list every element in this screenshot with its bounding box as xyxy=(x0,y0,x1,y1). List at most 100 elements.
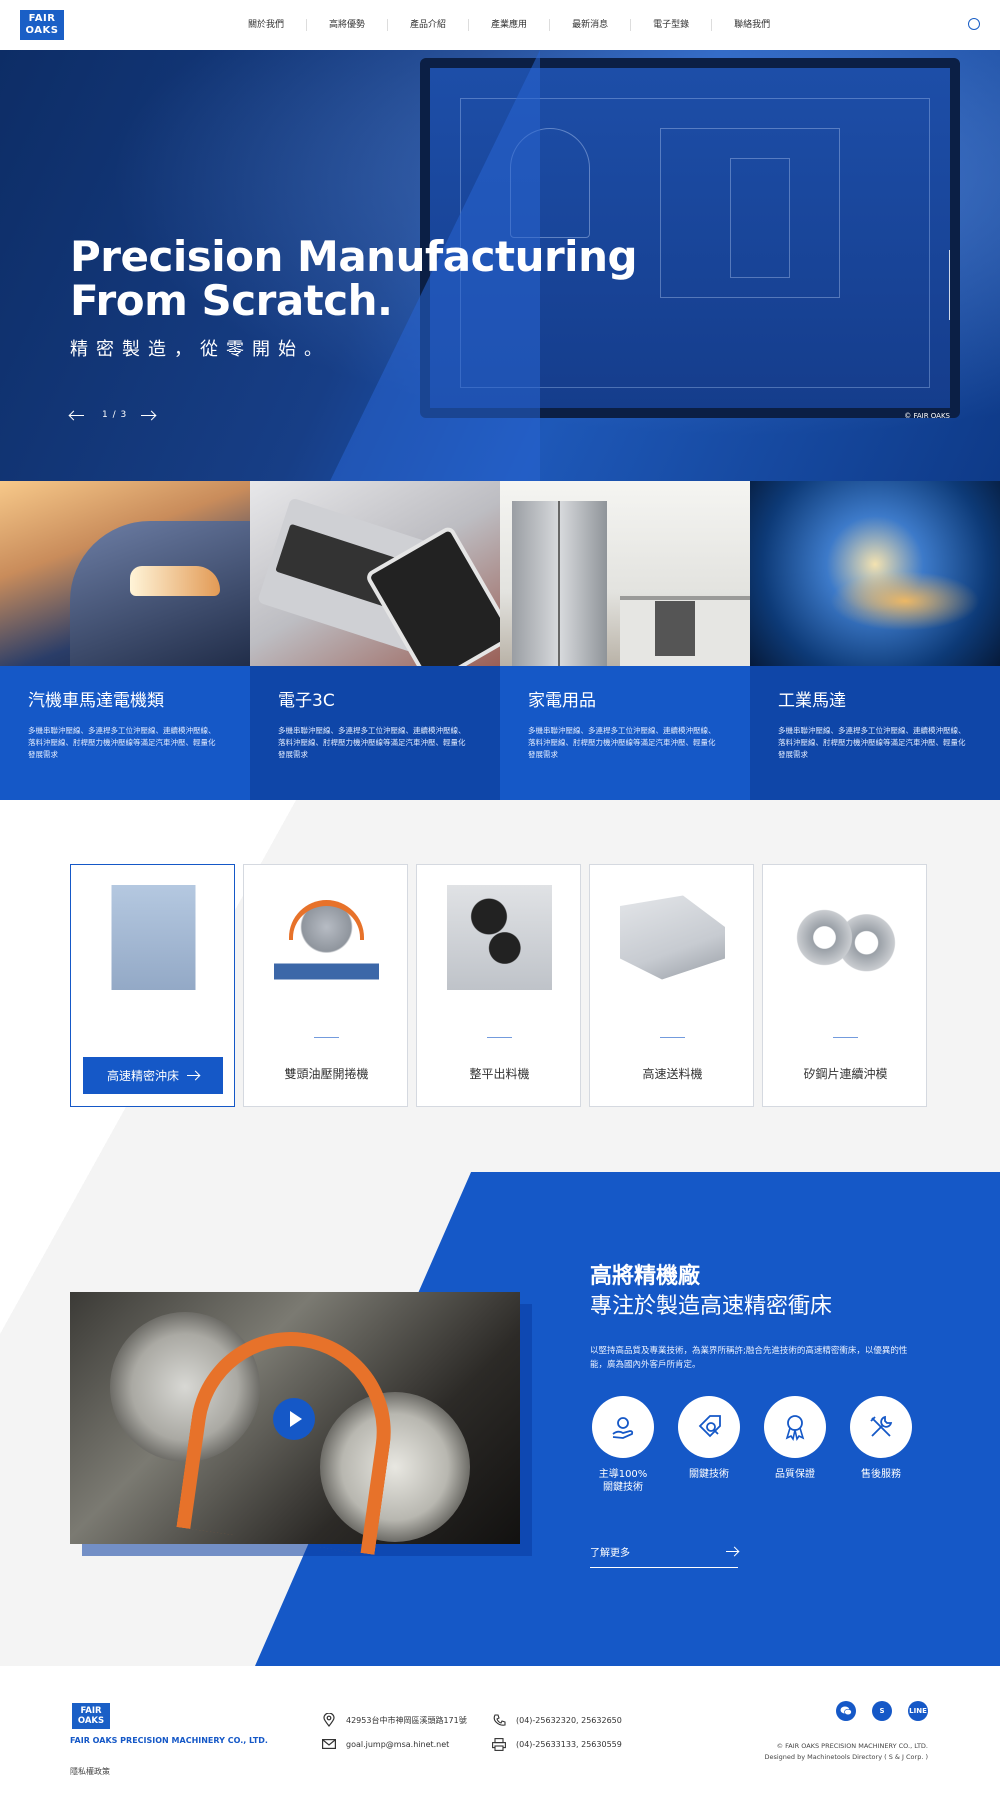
product-label: 整平出料機 xyxy=(469,1067,530,1081)
product-label: 高速精密沖床 xyxy=(106,1069,179,1083)
search-tag-icon xyxy=(678,1396,740,1458)
feature-label: 關鍵技術 xyxy=(689,1469,729,1480)
machining-image xyxy=(750,481,1000,666)
hero-banner: Precision Manufacturing From Scratch. 精密… xyxy=(0,50,1000,481)
footer-address: 42953台中市神岡區溪頭路171號 xyxy=(322,1713,467,1727)
main-nav: 關於我們 高將優勢 產品介紹 產業應用 最新消息 電子型錄 聯絡我們 xyxy=(226,0,792,50)
address-text: 42953台中市神岡區溪頭路171號 xyxy=(346,1715,467,1725)
wechat-icon[interactable] xyxy=(836,1701,856,1721)
product-label: 矽鋼片連續沖模 xyxy=(803,1067,888,1081)
industry-title: 工業馬達 xyxy=(778,691,846,711)
skype-icon[interactable]: S xyxy=(872,1701,892,1721)
industry-desc: 多機串聯沖壓線、多連桿多工位沖壓線、連續模沖壓線、落料沖壓線、肘桿壓力機沖壓線等… xyxy=(278,726,466,759)
kitchen-image xyxy=(500,481,750,666)
line-icon[interactable]: LINE xyxy=(908,1701,928,1721)
play-icon[interactable] xyxy=(273,1398,315,1440)
arrow-right-icon[interactable] xyxy=(141,414,156,416)
fax-text: (04)-25633133, 25630559 xyxy=(516,1739,622,1749)
location-pin-icon xyxy=(322,1713,336,1727)
slider-controls: 1 / 3 xyxy=(70,410,156,420)
feature-quality: 品質保證 xyxy=(762,1396,828,1494)
industry-title: 家電用品 xyxy=(528,691,596,711)
footer-fax: (04)-25633133, 25630559 xyxy=(492,1737,622,1751)
product-card-straightener[interactable]: 整平出料機 xyxy=(416,864,581,1107)
industry-card-industrial-motor[interactable]: 工業馬達 多機串聯沖壓線、多連桿多工位沖壓線、連續模沖壓線、落料沖壓線、肘桿壓力… xyxy=(750,481,1000,800)
feature-service: 售後服務 xyxy=(848,1396,914,1494)
product-card-die[interactable]: 矽鋼片連續沖模 xyxy=(762,864,927,1107)
learn-more-link[interactable]: 了解更多 xyxy=(590,1544,738,1568)
award-icon xyxy=(764,1396,826,1458)
product-card-feeder[interactable]: 高速送料機 xyxy=(589,864,754,1107)
site-footer: FAIR OAKS FAIR OAKS PRECISION MACHINERY … xyxy=(0,1666,1000,1809)
nav-item-about[interactable]: 關於我們 xyxy=(226,19,308,31)
about-subheading: 專注於製造高速精密衝床 xyxy=(590,1294,833,1319)
nav-item-news[interactable]: 最新消息 xyxy=(550,19,632,31)
press-machine-image xyxy=(111,885,196,990)
company-video[interactable] xyxy=(70,1292,520,1555)
printer-icon xyxy=(492,1737,506,1751)
privacy-policy-link[interactable]: 隱私權政策 xyxy=(70,1766,110,1777)
hero-subtitle: 精密製造，從零開始。 xyxy=(70,339,330,360)
nav-item-contact[interactable]: 聯絡我們 xyxy=(712,19,792,31)
divider xyxy=(487,1037,512,1038)
industry-desc: 多機串聯沖壓線、多連桿多工位沖壓線、連續模沖壓線、落料沖壓線、肘桿壓力機沖壓線等… xyxy=(28,726,216,759)
globe-icon[interactable] xyxy=(968,18,980,30)
product-list: 高速精密沖床 雙頭油壓開捲機 整平出料機 高速送料機 矽鋼片連續沖模 xyxy=(70,864,927,1107)
divider xyxy=(660,1037,685,1038)
product-label: 雙頭油壓開捲機 xyxy=(284,1067,369,1081)
nav-item-catalog[interactable]: 電子型錄 xyxy=(631,19,713,31)
footer-logo[interactable]: FAIR OAKS xyxy=(72,1703,110,1729)
feature-label: 主導100% xyxy=(598,1469,648,1480)
feature-label-2: 關鍵技術 xyxy=(603,1482,643,1493)
footer-phone: (04)-25632320, 25632650 xyxy=(492,1713,622,1727)
feature-label: 品質保證 xyxy=(775,1469,815,1480)
feature-key-tech-100: 主導100% 關鍵技術 xyxy=(590,1396,656,1494)
designer-credit: Designed by Machinetools Directory ( S &… xyxy=(764,1753,928,1761)
scroll-indicator xyxy=(949,250,950,320)
phone-icon xyxy=(492,1713,506,1727)
product-card-press[interactable]: 高速精密沖床 xyxy=(70,864,235,1107)
industry-desc: 多機串聯沖壓線、多連桿多工位沖壓線、連續模沖壓線、落料沖壓線、肘桿壓力機沖壓線等… xyxy=(528,726,716,759)
about-heading: 高將精機廠 xyxy=(590,1264,701,1289)
footer-copyright: © FAIR OAKS PRECISION MACHINERY CO., LTD… xyxy=(764,1741,928,1763)
die-image xyxy=(793,885,898,990)
slide-page-indicator: 1 / 3 xyxy=(102,410,128,420)
industry-card-electronics[interactable]: 電子3C 多機串聯沖壓線、多連桿多工位沖壓線、連續模沖壓線、落料沖壓線、肘桿壓力… xyxy=(250,481,500,800)
arrow-right-icon xyxy=(726,1551,738,1552)
feeder-image xyxy=(620,895,725,980)
industry-section: 汽機車馬達電機類 多機串聯沖壓線、多連桿多工位沖壓線、連續模沖壓線、落料沖壓線、… xyxy=(0,481,1000,800)
hero-title-line2: From Scratch. xyxy=(70,276,393,325)
industry-title: 汽機車馬達電機類 xyxy=(28,691,164,711)
product-card-uncoiler[interactable]: 雙頭油壓開捲機 xyxy=(243,864,408,1107)
industry-card-automotive[interactable]: 汽機車馬達電機類 多機串聯沖壓線、多連桿多工位沖壓線、連續模沖壓線、落料沖壓線、… xyxy=(0,481,250,800)
divider xyxy=(833,1037,858,1038)
nav-item-applications[interactable]: 產業應用 xyxy=(469,19,551,31)
mail-icon xyxy=(322,1737,336,1751)
product-active-button[interactable]: 高速精密沖床 xyxy=(83,1057,223,1094)
feature-label: 售後服務 xyxy=(861,1469,901,1480)
social-links: S LINE xyxy=(836,1701,928,1721)
hero-title-line1: Precision Manufacturing xyxy=(70,232,638,281)
site-header: FAIR OAKS 關於我們 高將優勢 產品介紹 產業應用 最新消息 電子型錄 … xyxy=(0,0,1000,50)
feature-list: 主導100% 關鍵技術 關鍵技術 品質保證 售後服務 xyxy=(590,1396,930,1494)
uncoiler-image xyxy=(274,885,379,990)
product-label: 高速送料機 xyxy=(642,1067,703,1081)
nav-item-products[interactable]: 產品介紹 xyxy=(388,19,470,31)
nav-item-advantages[interactable]: 高將優勢 xyxy=(307,19,389,31)
footer-logo-line1: FAIR xyxy=(80,1706,102,1716)
footer-email[interactable]: goal.jump@msa.hinet.net xyxy=(322,1737,449,1751)
hero-title: Precision Manufacturing From Scratch. xyxy=(70,232,638,325)
logo-line2: OAKS xyxy=(25,25,59,36)
straightener-image xyxy=(447,885,552,990)
email-text: goal.jump@msa.hinet.net xyxy=(346,1739,450,1749)
industry-title: 電子3C xyxy=(278,691,335,711)
feature-key-tech: 關鍵技術 xyxy=(676,1396,742,1494)
logo[interactable]: FAIR OAKS xyxy=(20,10,64,40)
phone-text: (04)-25632320, 25632650 xyxy=(516,1715,622,1725)
arrow-right-icon xyxy=(187,1075,199,1076)
arrow-left-icon[interactable] xyxy=(70,414,84,416)
learn-more-label: 了解更多 xyxy=(590,1548,630,1559)
industry-card-appliances[interactable]: 家電用品 多機串聯沖壓線、多連桿多工位沖壓線、連續模沖壓線、落料沖壓線、肘桿壓力… xyxy=(500,481,750,800)
hero-copyright: © FAIR OAKS xyxy=(904,412,950,420)
footer-logo-line2: OAKS xyxy=(77,1716,105,1726)
